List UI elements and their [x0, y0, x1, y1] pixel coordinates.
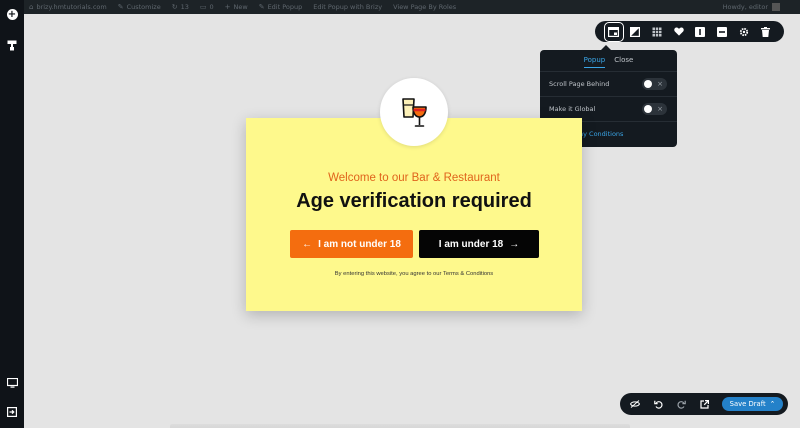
comment-icon: ▭: [199, 3, 207, 11]
page-bottom-edge: [170, 424, 630, 428]
welcome-text: Welcome to our Bar & Restaurant: [328, 172, 500, 184]
drinks-icon: [402, 98, 427, 127]
chevron-up-icon[interactable]: ⌃: [770, 400, 776, 408]
panel-tabs: Popup Close: [540, 50, 677, 71]
avatar: [772, 3, 780, 11]
info-icon: [695, 26, 706, 37]
edit-with-brizy-label: Edit Popup with Brizy: [313, 3, 383, 11]
favorite-button[interactable]: [672, 25, 686, 39]
updates-icon: ↻: [171, 3, 178, 11]
bottom-bar: Save Draft ⌃: [620, 393, 788, 415]
gear-icon: [739, 27, 748, 36]
grid-icon: [651, 26, 662, 37]
arrow-right-icon: →: [509, 238, 520, 250]
admin-bar-edit-popup[interactable]: ✎ Edit Popup: [259, 3, 303, 11]
delete-button[interactable]: [758, 25, 772, 39]
pencil-icon: ✎: [258, 3, 265, 11]
site-name: brizy.hmtutorials.com: [36, 3, 107, 11]
arrow-left-icon: ←: [302, 238, 313, 250]
not-under-18-label: I am not under 18: [318, 238, 401, 250]
open-external-button[interactable]: [695, 395, 713, 413]
monitor-icon: [6, 378, 18, 388]
element-toolbar: [595, 21, 784, 42]
redo-button[interactable]: [672, 395, 690, 413]
close-icon: ×: [657, 105, 663, 113]
add-elements-button[interactable]: +: [0, 4, 24, 24]
home-icon: ⌂: [29, 3, 34, 11]
panel-arrow: [601, 45, 611, 50]
grid-button[interactable]: [650, 25, 664, 39]
undo-icon: [653, 400, 663, 409]
devices-button[interactable]: [0, 373, 24, 393]
heart-icon: [673, 27, 684, 36]
make-global-toggle[interactable]: ×: [642, 103, 667, 115]
wp-admin-bar: ⌂ brizy.hmtutorials.com ✎ Customize ↻ 13…: [0, 0, 800, 14]
comments-count: 0: [209, 3, 214, 11]
background-button[interactable]: [628, 25, 642, 39]
toggle-knob: [644, 105, 652, 113]
drinks-logo: [380, 78, 448, 146]
admin-bar-edit-with-brizy[interactable]: Edit Popup with Brizy: [313, 3, 382, 11]
exit-button[interactable]: [0, 402, 24, 422]
tab-popup[interactable]: Popup: [583, 56, 606, 68]
tab-close[interactable]: Close: [614, 56, 633, 68]
terms-text: By entering this website, you agree to o…: [334, 271, 494, 277]
save-draft-label: Save Draft: [729, 400, 766, 408]
page-styling-button[interactable]: [0, 35, 24, 55]
view-roles-label: View Page By Roles: [393, 3, 457, 11]
admin-bar-comments[interactable]: ▭ 0: [200, 3, 214, 11]
settings-button[interactable]: [737, 25, 751, 39]
under-18-label: I am under 18: [438, 238, 504, 250]
customize-label: Customize: [126, 3, 161, 11]
external-link-icon: [699, 399, 709, 409]
minus-square-icon: [716, 26, 727, 37]
left-sidebar: +: [0, 0, 24, 428]
redo-icon: [676, 400, 686, 409]
align-middle-button[interactable]: [715, 25, 729, 39]
howdy-label: Howdy, editor: [722, 3, 768, 11]
admin-bar-customize[interactable]: ✎ Customize: [118, 3, 161, 11]
age-verification-popup: Welcome to our Bar & Restaurant Age veri…: [246, 118, 582, 311]
popup-icon: [608, 26, 620, 37]
make-global-label: Make it Global: [549, 105, 596, 113]
not-under-18-button[interactable]: ← I am not under 18: [290, 230, 413, 258]
updates-count: 13: [180, 3, 189, 11]
save-draft-button[interactable]: Save Draft ⌃: [722, 397, 783, 411]
close-icon: ×: [657, 80, 663, 88]
admin-bar-view-roles[interactable]: View Page By Roles: [393, 3, 456, 11]
popup-headline: Age verification required: [296, 190, 532, 212]
undo-button[interactable]: [649, 395, 667, 413]
scroll-page-behind-toggle[interactable]: ×: [642, 78, 667, 90]
background-icon: [630, 26, 641, 37]
preview-icon: [630, 400, 640, 408]
under-18-button[interactable]: I am under 18 →: [419, 230, 539, 258]
paint-roller-icon: [7, 40, 17, 50]
preview-button[interactable]: [626, 395, 644, 413]
admin-bar-account[interactable]: Howdy, editor: [723, 0, 780, 14]
popup-settings-button[interactable]: [603, 21, 624, 42]
align-top-button[interactable]: [693, 25, 707, 39]
edit-popup-label: Edit Popup: [267, 3, 303, 11]
toggle-knob: [644, 80, 652, 88]
admin-bar-site[interactable]: ⌂ brizy.hmtutorials.com: [29, 3, 107, 11]
plus-icon: +: [224, 3, 231, 11]
scroll-page-behind-row: Scroll Page Behind ×: [540, 71, 677, 96]
exit-icon: [7, 407, 17, 417]
brush-icon: ✎: [117, 3, 124, 11]
new-label: New: [233, 3, 248, 11]
admin-bar-new[interactable]: + New: [225, 3, 248, 11]
plus-icon: +: [6, 8, 18, 20]
scroll-page-behind-label: Scroll Page Behind: [549, 80, 610, 88]
admin-bar-updates[interactable]: ↻ 13: [172, 3, 189, 11]
trash-icon: [760, 26, 770, 37]
